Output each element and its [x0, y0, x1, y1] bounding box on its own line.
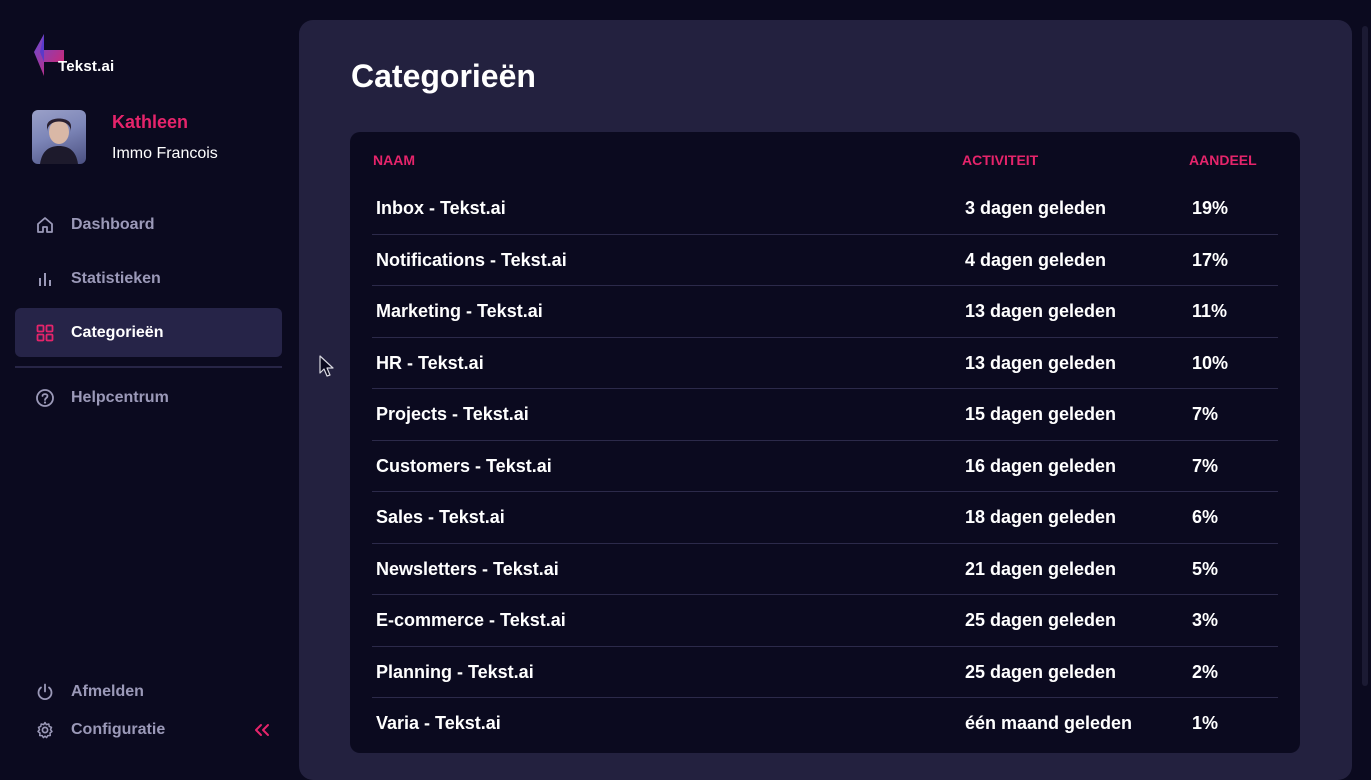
cell-naam: E-commerce - Tekst.ai	[376, 610, 566, 630]
cell-activiteit: 4 dagen geleden	[965, 249, 1107, 270]
grid-icon	[35, 323, 55, 343]
table-row[interactable]: Sales - Tekst.ai 18 dagen geleden 6%	[372, 492, 1278, 544]
column-header-activiteit[interactable]: ACTIVITEIT	[962, 152, 1038, 168]
cell-aandeel: 19%	[1192, 198, 1229, 218]
logo[interactable]: Tekst.ai	[30, 32, 130, 78]
sidebar: Tekst.ai Kathleen Immo Francois Dashboar…	[0, 0, 298, 769]
table-row[interactable]: HR - Tekst.ai 13 dagen geleden 10%	[372, 338, 1278, 389]
cell-naam: Notifications - Tekst.ai	[376, 249, 567, 270]
cell-aandeel: 7%	[1192, 455, 1219, 476]
cell-activiteit: 3 dagen geleden	[965, 198, 1107, 218]
nav-item-dashboard[interactable]: Dashboard	[15, 200, 282, 249]
table-row[interactable]: Varia - Tekst.ai één maand geleden 1%	[372, 698, 1278, 750]
page-title: Categorieën	[351, 58, 536, 94]
nav-item-categorieen[interactable]: Categorieën	[15, 308, 282, 357]
cell-aandeel: 10%	[1192, 352, 1229, 373]
avatar-portrait-icon	[40, 118, 78, 164]
cell-naam: Sales - Tekst.ai	[376, 507, 505, 527]
nav-item-helpcentrum[interactable]: Helpcentrum	[15, 373, 282, 422]
table-row[interactable]: Customers - Tekst.ai 16 dagen geleden 7%	[372, 441, 1278, 492]
cell-aandeel: 5%	[1192, 558, 1219, 579]
table-row[interactable]: Inbox - Tekst.ai 3 dagen geleden 19%	[372, 183, 1278, 235]
table-row[interactable]: Projects - Tekst.ai 15 dagen geleden 7%	[372, 389, 1278, 441]
cell-naam: Marketing - Tekst.ai	[376, 301, 543, 321]
nav-divider	[15, 366, 282, 368]
cell-naam: Planning - Tekst.ai	[376, 661, 534, 682]
cell-aandeel: 1%	[1192, 713, 1219, 733]
cell-aandeel: 17%	[1192, 249, 1229, 270]
cell-activiteit: 15 dagen geleden	[965, 404, 1117, 424]
cell-activiteit: 13 dagen geleden	[965, 352, 1117, 373]
help-nav: Helpcentrum	[15, 373, 282, 427]
cell-naam: Varia - Tekst.ai	[376, 713, 501, 733]
cell-activiteit: 16 dagen geleden	[965, 455, 1117, 476]
main-panel: Categorieën NAAM ACTIVITEIT AANDEEL Inbo…	[299, 20, 1352, 780]
cell-activiteit: 18 dagen geleden	[965, 507, 1117, 527]
mouse-cursor-icon	[319, 355, 334, 377]
cell-aandeel: 2%	[1192, 661, 1219, 682]
user-company: Immo Francois	[112, 145, 218, 162]
table-row[interactable]: Notifications - Tekst.ai 4 dagen geleden 1…	[372, 235, 1278, 286]
bar-chart-icon	[35, 269, 55, 289]
cell-naam: Inbox - Tekst.ai	[376, 198, 506, 218]
nav-label: Helpcentrum	[71, 388, 169, 406]
cell-activiteit: 13 dagen geleden	[965, 301, 1117, 321]
bottom-nav: Afmelden Configuratie	[15, 673, 282, 749]
nav-item-statistieken[interactable]: Statistieken	[15, 254, 282, 303]
table-row[interactable]: Planning - Tekst.ai 25 dagen geleden 2%	[372, 647, 1278, 698]
cell-aandeel: 11%	[1192, 301, 1228, 321]
nav-label: Statistieken	[71, 269, 161, 287]
nav-item-afmelden[interactable]: Afmelden	[15, 673, 282, 711]
double-chevron-left-icon[interactable]	[252, 720, 272, 740]
cell-naam: Newsletters - Tekst.ai	[376, 558, 559, 579]
user-profile[interactable]: Kathleen Immo Francois	[32, 110, 282, 164]
table-row[interactable]: Marketing - Tekst.ai 13 dagen geleden 11%	[372, 286, 1278, 338]
cell-aandeel: 6%	[1192, 507, 1219, 527]
home-icon	[35, 215, 55, 235]
avatar[interactable]	[32, 110, 86, 164]
column-header-naam[interactable]: NAAM	[373, 152, 415, 168]
nav-label: Afmelden	[71, 683, 144, 700]
column-header-aandeel[interactable]: AANDEEL	[1189, 152, 1257, 168]
categories-table: NAAM ACTIVITEIT AANDEEL Inbox - Tekst.ai…	[350, 132, 1300, 753]
cell-activiteit: 25 dagen geleden	[965, 661, 1117, 682]
help-circle-icon	[35, 388, 55, 408]
table-header: NAAM ACTIVITEIT AANDEEL	[372, 152, 1278, 172]
nav-label: Categorieën	[71, 323, 164, 341]
nav-item-configuratie[interactable]: Configuratie	[15, 711, 282, 749]
nav-label: Dashboard	[71, 215, 155, 233]
cell-naam: Customers - Tekst.ai	[376, 455, 552, 476]
table-row[interactable]: E-commerce - Tekst.ai 25 dagen geleden 3%	[372, 595, 1278, 647]
page-scrollbar[interactable]	[1362, 26, 1368, 686]
cell-naam: HR - Tekst.ai	[376, 352, 484, 373]
logo-text: Tekst.ai	[58, 58, 115, 75]
table-body: Inbox - Tekst.ai 3 dagen geleden 19% Notif…	[372, 183, 1278, 750]
cell-activiteit: 21 dagen geleden	[965, 558, 1117, 579]
nav-label: Configuratie	[71, 721, 166, 738]
cell-activiteit: 25 dagen geleden	[965, 610, 1117, 630]
cell-aandeel: 7%	[1192, 404, 1219, 424]
gear-icon	[35, 720, 55, 740]
main-nav: Dashboard Statistieken Categorieën	[15, 200, 282, 362]
table-row[interactable]: Newsletters - Tekst.ai 21 dagen geleden 5%	[372, 544, 1278, 595]
user-name: Kathleen	[112, 112, 189, 132]
cell-activiteit: één maand geleden	[965, 713, 1133, 733]
cell-aandeel: 3%	[1192, 610, 1219, 630]
power-icon	[35, 682, 55, 702]
cell-naam: Projects - Tekst.ai	[376, 404, 529, 424]
